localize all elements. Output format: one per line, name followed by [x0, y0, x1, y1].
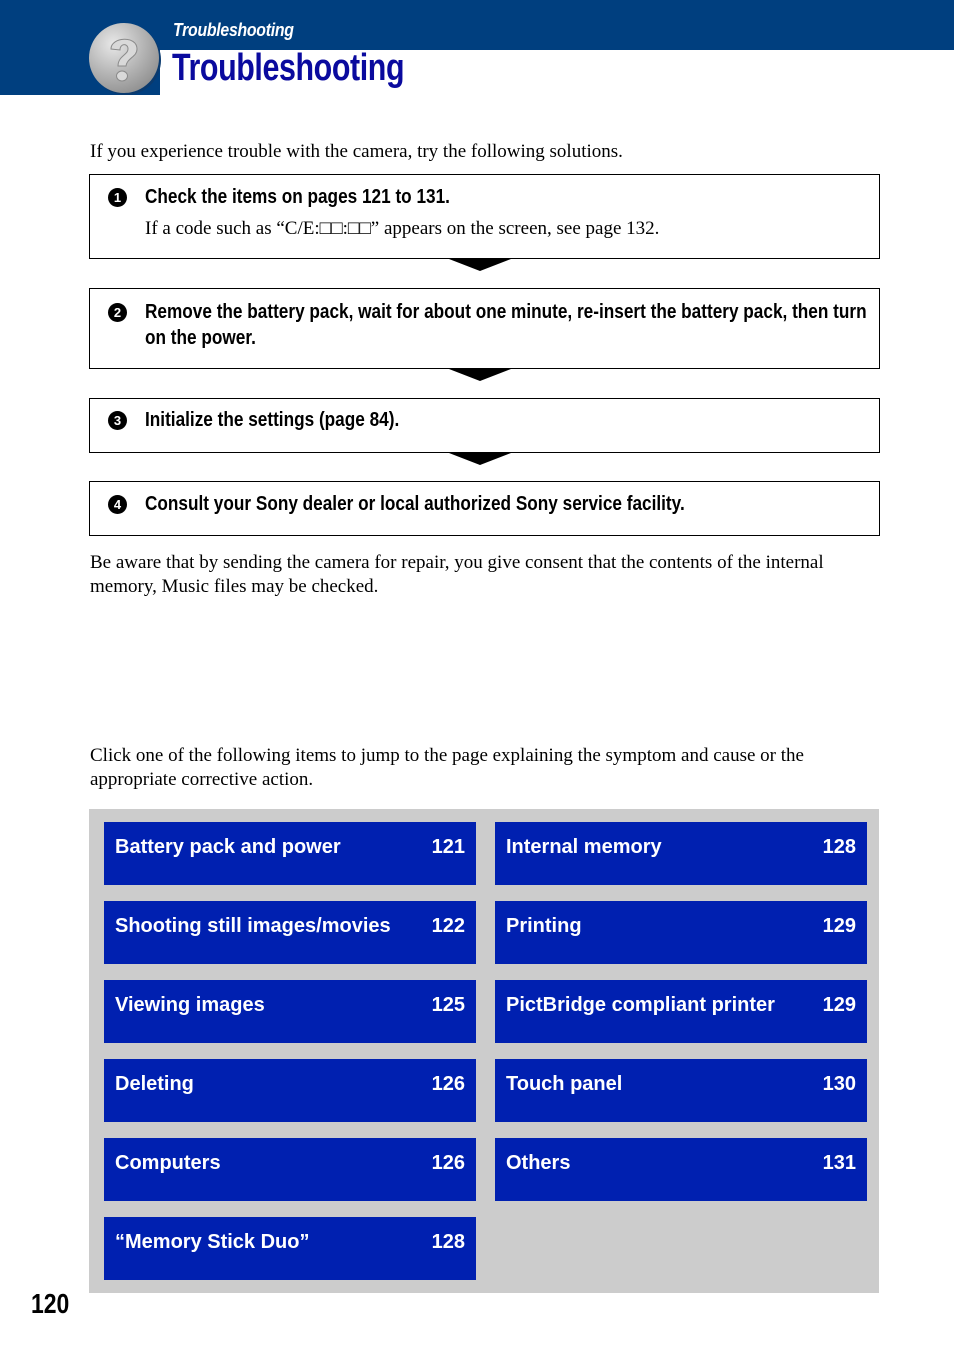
step-text: Remove the battery pack, wait for about … — [145, 301, 867, 349]
symptom-label: Internal memory — [506, 836, 662, 858]
down-arrow-icon — [449, 369, 511, 381]
step-subtext: If a code such as “C/E:□□:□□” appears on… — [145, 218, 660, 239]
symptom-link-deleting[interactable]: Deleting 126 — [104, 1059, 476, 1122]
step-2-box: 2 Remove the battery pack, wait for abou… — [89, 288, 880, 369]
step-number-badge: 1 — [108, 188, 127, 207]
step-1-box: 1 Check the items on pages 121 to 131. I… — [89, 174, 880, 259]
step-text: Consult your Sony dealer or local author… — [145, 493, 685, 515]
symptom-page: 126 — [431, 1073, 465, 1095]
step-number-badge: 2 — [108, 303, 127, 322]
step-text: Initialize the settings (page 84). — [145, 409, 400, 431]
symptom-page: 129 — [822, 915, 856, 937]
down-arrow-icon — [449, 259, 511, 271]
repair-note: Be aware that by sending the camera for … — [90, 552, 824, 597]
symptom-link-battery-pack-and-power[interactable]: Battery pack and power 121 — [104, 822, 476, 885]
symptom-link-memory-stick-duo[interactable]: “Memory Stick Duo” 128 — [104, 1217, 476, 1280]
section-label: Troubleshooting — [173, 20, 294, 40]
symptom-label: PictBridge compliant printer — [506, 994, 775, 1016]
step-4-box: 4 Consult your Sony dealer or local auth… — [89, 481, 880, 536]
symptom-page: 121 — [431, 836, 465, 858]
symptom-page: 122 — [431, 915, 465, 937]
step-3-box: 3 Initialize the settings (page 84). — [89, 398, 880, 453]
symptom-label: “Memory Stick Duo” — [115, 1231, 310, 1253]
step-number-badge: 4 — [108, 495, 127, 514]
symptom-page: 126 — [431, 1152, 465, 1174]
symptom-page: 128 — [822, 836, 856, 858]
down-arrow-icon — [449, 453, 511, 465]
symptom-label: Printing — [506, 915, 582, 937]
symptom-link-touch-panel[interactable]: Touch panel 130 — [495, 1059, 867, 1122]
page-number: 120 — [31, 1288, 70, 1319]
symptom-label: Shooting still images/movies — [115, 915, 391, 937]
intro-text: If you experience trouble with the camer… — [90, 141, 623, 162]
symptom-label: Battery pack and power — [115, 836, 341, 858]
symptom-page: 131 — [822, 1152, 856, 1174]
symptom-link-printing[interactable]: Printing 129 — [495, 901, 867, 964]
symptom-page: 129 — [822, 994, 856, 1016]
symptom-link-shooting[interactable]: Shooting still images/movies 122 — [104, 901, 476, 964]
symptom-label: Viewing images — [115, 994, 265, 1016]
question-mark-icon — [89, 23, 159, 93]
jump-intro: Click one of the following items to jump… — [90, 745, 804, 790]
symptom-page: 130 — [822, 1073, 856, 1095]
symptom-link-internal-memory[interactable]: Internal memory 128 — [495, 822, 867, 885]
symptom-link-others[interactable]: Others 131 — [495, 1138, 867, 1201]
step-text: Check the items on pages 121 to 131. — [145, 186, 450, 208]
page-title: Troubleshooting — [172, 47, 405, 89]
symptom-link-viewing-images[interactable]: Viewing images 125 — [104, 980, 476, 1043]
symptom-label: Deleting — [115, 1073, 194, 1095]
symptom-link-computers[interactable]: Computers 126 — [104, 1138, 476, 1201]
symptom-label: Touch panel — [506, 1073, 623, 1095]
step-number-badge: 3 — [108, 411, 127, 430]
symptom-link-pictbridge-printer[interactable]: PictBridge compliant printer 129 — [495, 980, 867, 1043]
symptom-label: Computers — [115, 1152, 221, 1174]
symptom-label: Others — [506, 1152, 571, 1174]
symptom-page: 128 — [431, 1231, 465, 1253]
symptom-page: 125 — [431, 994, 465, 1016]
